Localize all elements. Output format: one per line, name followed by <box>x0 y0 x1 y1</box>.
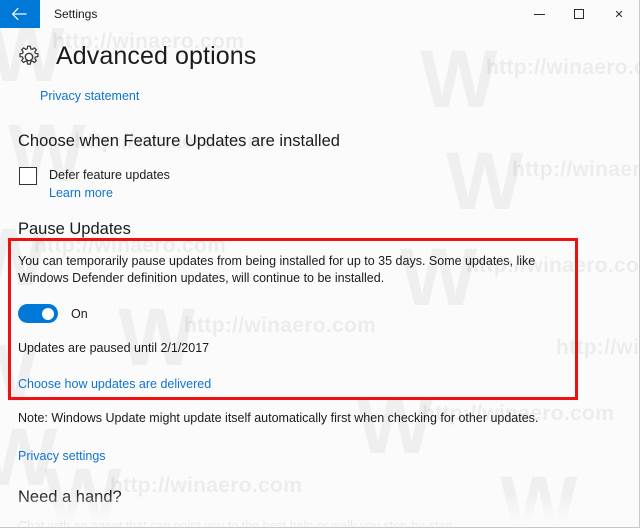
privacy-statement-link[interactable]: Privacy statement <box>40 89 139 103</box>
titlebar-spacer <box>97 0 519 28</box>
toggle-knob <box>42 307 54 320</box>
defer-feature-updates-label: Defer feature updates <box>49 168 170 182</box>
defer-feature-updates-row[interactable]: Defer feature updates Learn more <box>0 151 639 202</box>
maximize-icon <box>574 9 584 19</box>
settings-window: Settings ✕ W http://winaero.com W http:/… <box>0 0 640 528</box>
defer-feature-updates-texts: Defer feature updates Learn more <box>49 167 170 202</box>
need-a-hand-text: Chat with an agent that can point you to… <box>18 519 453 528</box>
privacy-settings-row: Privacy settings <box>0 425 639 465</box>
minimize-icon <box>533 13 545 15</box>
back-button[interactable] <box>0 0 40 28</box>
learn-more-row: Learn more <box>49 184 170 202</box>
delivery-link-row: Choose how updates are delivered <box>0 355 639 393</box>
defer-feature-updates-checkbox[interactable] <box>19 167 37 185</box>
caption-buttons: ✕ <box>519 0 639 28</box>
pause-updates-toggle-label: On <box>71 306 88 321</box>
close-button[interactable]: ✕ <box>599 0 639 28</box>
title-bar: Settings ✕ <box>0 0 639 28</box>
learn-more-link[interactable]: Learn more <box>49 186 113 200</box>
feature-updates-heading: Choose when Feature Updates are installe… <box>18 132 340 150</box>
maximize-button[interactable] <box>559 0 599 28</box>
back-arrow-icon <box>11 7 27 21</box>
choose-how-updates-delivered-link[interactable]: Choose how updates are delivered <box>18 377 211 391</box>
pause-updates-heading: Pause Updates <box>18 220 131 238</box>
privacy-settings-link[interactable]: Privacy settings <box>18 449 106 463</box>
need-a-hand-heading: Need a hand? <box>18 488 122 506</box>
minimize-button[interactable] <box>519 0 559 28</box>
pause-updates-description: You can temporarily pause updates from b… <box>18 254 536 285</box>
pause-updates-status: Updates are paused until 2/1/2017 <box>18 341 210 355</box>
close-icon: ✕ <box>614 7 624 21</box>
privacy-statement-row: Privacy statement <box>0 71 639 105</box>
pause-updates-toggle-row[interactable]: On <box>18 304 639 323</box>
window-title: Settings <box>54 7 98 21</box>
pause-updates-toggle[interactable] <box>18 304 58 323</box>
update-note: Note: Windows Update might update itself… <box>18 411 539 425</box>
page-title: Advanced options <box>56 42 257 70</box>
page-content: Advanced options Privacy statement Choos… <box>0 28 639 528</box>
gear-icon <box>16 44 42 70</box>
page-header: Advanced options <box>0 28 639 71</box>
pause-updates-section: Pause Updates You can temporarily pause … <box>0 202 639 355</box>
